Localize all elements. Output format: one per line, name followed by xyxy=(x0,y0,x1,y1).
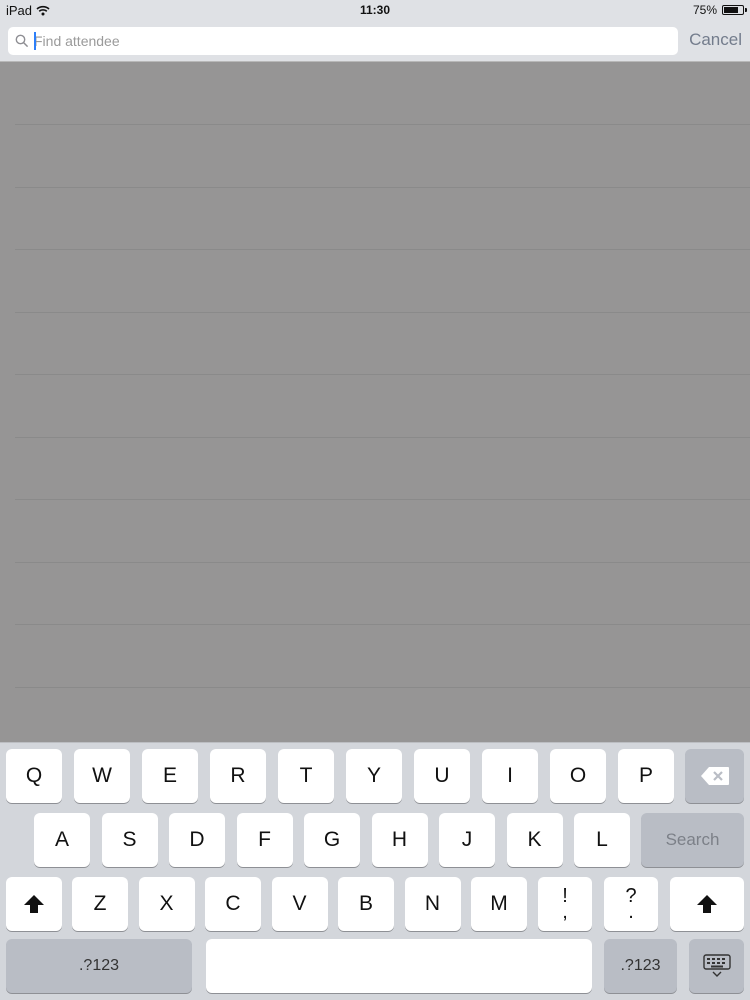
key-o-label: O xyxy=(569,764,587,787)
results-list xyxy=(0,62,750,742)
text-caret xyxy=(34,32,36,50)
numbers-key-left-label: .?123 xyxy=(78,957,120,974)
key-g-label: G xyxy=(323,828,341,851)
status-time: 11:30 xyxy=(359,3,391,17)
keyboard: Q W E R T Y U I O P A S D F G H J K L Search Z X C V B N M!,?. .?12… xyxy=(0,742,750,1000)
list-row-separator xyxy=(15,686,750,688)
list-row-separator xyxy=(15,124,750,125)
key-q-label: Q xyxy=(25,764,43,787)
search-key[interactable]: Search xyxy=(641,813,744,867)
key-h[interactable]: H xyxy=(371,813,428,867)
key-i-label: I xyxy=(507,764,513,787)
list-row-separator xyxy=(15,561,750,563)
key-j[interactable]: J xyxy=(439,813,495,867)
key-i[interactable]: I xyxy=(482,749,538,803)
key-u[interactable]: U xyxy=(414,749,470,803)
key-n-label: N xyxy=(424,892,441,915)
key-t-label: T xyxy=(299,764,313,787)
key-o[interactable]: O xyxy=(550,749,606,803)
battery-percent: 75% xyxy=(692,3,717,17)
key-l[interactable]: L xyxy=(574,813,630,867)
key-z-label: Z xyxy=(93,892,107,915)
list-row-separator xyxy=(15,624,750,625)
key-l-label: L xyxy=(596,828,608,851)
list-row-separator xyxy=(15,311,750,313)
key-d-label: D xyxy=(189,828,205,851)
key-c[interactable]: C xyxy=(205,877,261,931)
key-y[interactable]: Y xyxy=(346,749,402,803)
key-k-label: K xyxy=(527,828,542,851)
key-a[interactable]: A xyxy=(34,813,90,867)
backspace-key[interactable] xyxy=(685,749,744,803)
key-w-label: W xyxy=(92,764,112,787)
numbers-key-right[interactable]: .?123 xyxy=(604,939,677,993)
key-a-label: A xyxy=(54,828,69,851)
numbers-key-left[interactable]: .?123 xyxy=(6,939,192,993)
list-row-separator xyxy=(15,499,750,500)
key-p-label: P xyxy=(638,764,653,787)
shift-icon xyxy=(697,895,717,913)
key-x-label: X xyxy=(159,892,174,915)
key-m[interactable]: M xyxy=(471,877,527,931)
key-p[interactable]: P xyxy=(618,749,674,803)
key-v[interactable]: V xyxy=(271,877,328,931)
key-k[interactable]: K xyxy=(506,813,563,867)
key-b[interactable]: B xyxy=(338,877,394,931)
key-m-label: M xyxy=(490,892,508,915)
key-question-period[interactable]: ?. xyxy=(604,877,658,931)
cancel-button[interactable]: Cancel xyxy=(689,28,742,52)
search-field[interactable] xyxy=(8,27,678,55)
shift-icon xyxy=(24,895,44,913)
list-row-separator xyxy=(15,249,750,250)
key-w[interactable]: W xyxy=(74,749,130,803)
key-r[interactable]: R xyxy=(210,749,266,803)
key-s-label: S xyxy=(122,828,137,851)
search-key-label: Search xyxy=(665,830,720,849)
status-bar: iPad 11:30 75% xyxy=(0,0,750,20)
list-row-separator xyxy=(15,186,750,188)
key-q[interactable]: Q xyxy=(6,749,62,803)
key-v-label: V xyxy=(292,892,307,915)
key-e-label: E xyxy=(162,764,177,787)
key-j-label: J xyxy=(461,828,473,851)
key-comma-bottom: , xyxy=(562,901,568,923)
keyboard-dismiss-key[interactable] xyxy=(689,939,744,993)
key-u-label: U xyxy=(434,764,450,787)
key-b-label: B xyxy=(358,892,373,915)
key-n[interactable]: N xyxy=(404,877,461,931)
key-y-label: Y xyxy=(366,764,381,787)
key-x[interactable]: X xyxy=(138,877,195,931)
backspace-icon xyxy=(700,767,729,785)
key-e[interactable]: E xyxy=(142,749,198,803)
key-period-bottom: . xyxy=(628,901,634,923)
key-f[interactable]: F xyxy=(236,813,293,867)
shift-key-right[interactable] xyxy=(670,877,744,931)
search-icon xyxy=(15,34,29,48)
space-key[interactable] xyxy=(206,939,592,993)
battery-fill xyxy=(724,7,738,13)
key-r-label: R xyxy=(230,764,246,787)
numbers-key-right-label: .?123 xyxy=(620,957,661,974)
key-t[interactable]: T xyxy=(278,749,334,803)
shift-key-left[interactable] xyxy=(6,877,62,931)
key-s[interactable]: S xyxy=(101,813,158,867)
list-row-separator xyxy=(15,374,750,375)
search-bar: Cancel xyxy=(0,20,750,62)
key-c-label: C xyxy=(225,892,241,915)
battery-icon xyxy=(722,5,747,15)
key-h-label: H xyxy=(391,828,408,851)
key-f-label: F xyxy=(258,828,271,851)
key-g[interactable]: G xyxy=(304,813,360,867)
list-row-separator xyxy=(15,436,750,438)
search-input[interactable] xyxy=(34,29,664,53)
status-right: 75% xyxy=(692,3,747,17)
keyboard-dismiss-icon xyxy=(702,954,731,977)
key-d[interactable]: D xyxy=(169,813,225,867)
key-exclamation-comma[interactable]: !, xyxy=(538,877,592,931)
key-z[interactable]: Z xyxy=(72,877,128,931)
